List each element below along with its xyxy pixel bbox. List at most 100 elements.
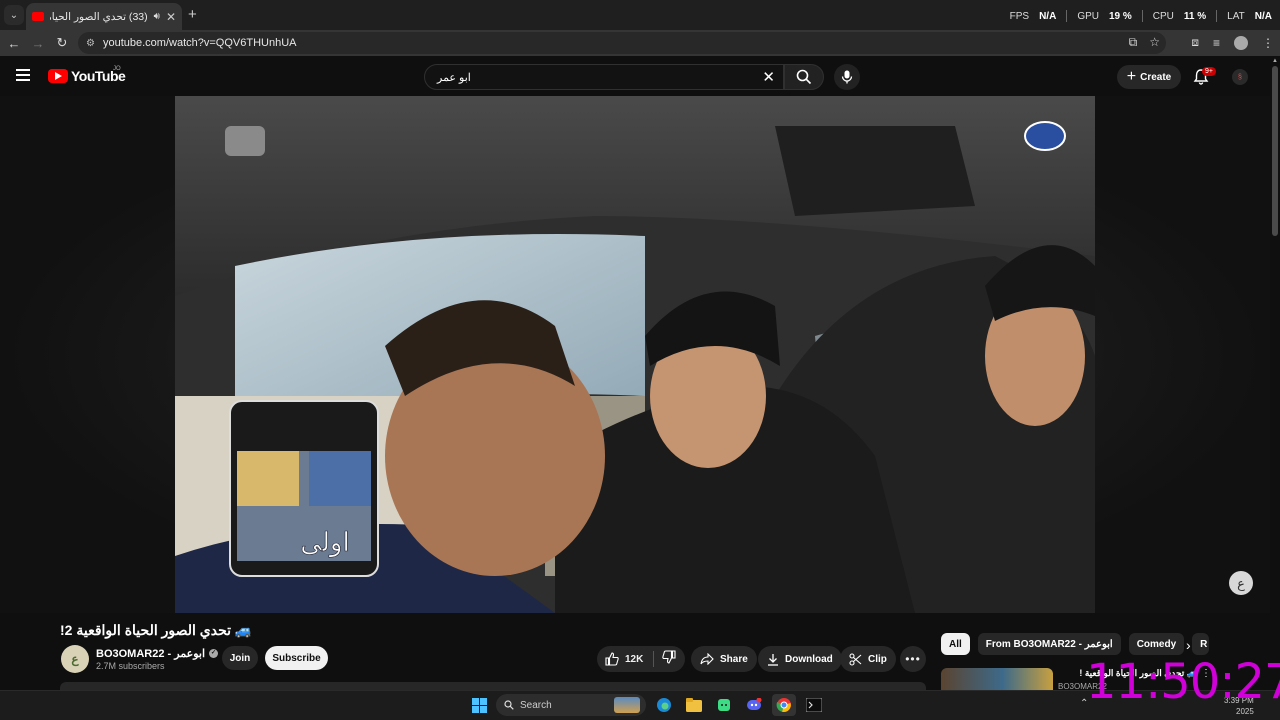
channel-watermark-icon[interactable]: ع (1226, 569, 1256, 597)
lat-value: N/A (1254, 10, 1272, 22)
android-app-icon[interactable] (712, 694, 736, 716)
search-icon (796, 69, 812, 85)
video-title: 🚙 تحدي الصور الحياة الواقعية 2! (60, 622, 253, 638)
fps-value: N/A (1039, 10, 1057, 22)
share-arrow-icon (700, 653, 714, 665)
thumbs-down-icon (662, 649, 676, 664)
thumbs-up-icon (605, 652, 619, 666)
lat-label: LAT (1227, 10, 1245, 22)
video-player[interactable]: اولى (175, 96, 1095, 613)
verified-check-icon: ✓ (209, 649, 219, 658)
extensions-icon[interactable]: ⧈ (1191, 35, 1199, 50)
microphone-icon (841, 70, 853, 84)
fps-label: FPS (1009, 10, 1030, 22)
terminal-icon[interactable] (802, 694, 826, 716)
search-query[interactable]: ابو عمر (437, 71, 471, 84)
taskbar-search-box[interactable]: Search (496, 694, 646, 716)
plus-icon: + (1126, 68, 1137, 85)
back-arrow-icon[interactable]: ← (2, 36, 26, 51)
account-avatar[interactable]: § (1232, 69, 1248, 85)
tab-search-dropdown-icon[interactable]: ⌄ (4, 5, 24, 25)
share-button[interactable]: Share (691, 646, 757, 672)
clock-overlay: 11:50:27 (1086, 654, 1280, 710)
gpu-value: 19 % (1108, 10, 1132, 22)
country-code: JO (113, 66, 121, 72)
scissors-icon (849, 652, 862, 666)
scrollbar-thumb[interactable] (1272, 66, 1278, 236)
chip-truncated[interactable]: R (1192, 633, 1210, 655)
windows-start-icon[interactable] (468, 694, 490, 716)
divider (1066, 10, 1068, 22)
taskbar-search-placeholder: Search (520, 699, 552, 711)
recommendation-chips: All From BO3OMAR22 - ابوعمر Comedy R (941, 633, 1210, 655)
notification-badge: 9+ (1202, 67, 1216, 76)
download-icon (768, 653, 778, 666)
chip-from-channel[interactable]: From BO3OMAR22 - ابوعمر (977, 633, 1121, 655)
divider (1141, 10, 1143, 22)
discord-icon[interactable] (742, 694, 766, 716)
join-button[interactable]: Join (222, 646, 258, 670)
clear-search-icon[interactable]: ✕ (762, 68, 775, 86)
youtube-favicon-icon (32, 12, 44, 21)
bookmark-star-icon[interactable]: ☆ (1149, 35, 1160, 50)
search-highlight-image (614, 697, 640, 713)
divider (1216, 10, 1218, 22)
more-actions-icon[interactable]: ••• (900, 646, 926, 672)
forward-arrow-icon[interactable]: → (26, 36, 50, 51)
subscriber-count: 2.7M subscribers (96, 661, 165, 671)
menu-hamburger-icon[interactable] (16, 69, 30, 81)
chrome-icon[interactable] (772, 694, 796, 716)
tab-close-icon[interactable]: ✕ (166, 10, 176, 24)
browser-tab-bar: ⌄ (33) تحدي الصور الحياة الواقعية 2 - Yo… (0, 0, 1280, 30)
channel-avatar[interactable]: ع (61, 645, 89, 673)
share-label: Share (720, 653, 748, 665)
description-box[interactable] (60, 682, 926, 690)
like-count: 12K (625, 653, 644, 665)
performance-overlay: FPS N/A GPU 19 % CPU 11 % LAT N/A (1010, 10, 1272, 22)
reload-icon[interactable]: ↻ (50, 35, 74, 51)
chip-all[interactable]: All (941, 633, 970, 655)
site-info-icon[interactable]: ⚙︎ (86, 38, 95, 49)
clip-button[interactable]: Clip (840, 646, 896, 672)
speaker-icon[interactable]: 🔊︎ (154, 11, 160, 22)
search-button[interactable] (784, 64, 824, 90)
search-input[interactable]: ابو عمر ✕ (424, 64, 784, 90)
youtube-play-icon (48, 69, 68, 83)
video-frame: اولى (175, 96, 1095, 613)
cpu-label: CPU (1152, 10, 1174, 22)
tab-title: (33) تحدي الصور الحياة الواقعية 2 - YouT… (50, 10, 148, 23)
reading-list-icon[interactable]: ≡ (1213, 36, 1220, 50)
svg-text:اولى: اولى (300, 528, 349, 558)
subscribe-button[interactable]: Subscribe (265, 646, 328, 670)
youtube-header: YouTube JO ابو عمر ✕ + Create 9+ § (0, 56, 1270, 96)
cpu-value: 11 % (1183, 10, 1207, 22)
recommended-video-thumbnail[interactable] (941, 668, 1053, 690)
browser-tab-youtube[interactable]: (33) تحدي الصور الحياة الواقعية 2 - YouT… (26, 3, 182, 30)
like-dislike-group: 12K (597, 646, 685, 672)
chips-next-chevron-icon[interactable]: › (1186, 637, 1191, 653)
edge-browser-icon[interactable] (652, 694, 676, 716)
cast-icon[interactable]: ⧉ (1129, 35, 1138, 50)
profile-avatar-icon[interactable] (1234, 35, 1248, 50)
channel-name-row[interactable]: BO3OMAR22 - ابوعمر ✓ (96, 647, 219, 660)
scroll-up-arrow-icon[interactable]: ▲ (1272, 58, 1278, 64)
clip-label: Clip (868, 653, 887, 665)
dislike-button[interactable] (654, 649, 676, 669)
chip-comedy[interactable]: Comedy (1128, 633, 1185, 655)
channel-name[interactable]: BO3OMAR22 - ابوعمر (96, 647, 205, 660)
url-text[interactable]: youtube.com/watch?v=QQV6THUnhUA (103, 37, 297, 49)
address-bar[interactable]: ⚙︎ youtube.com/watch?v=QQV6THUnhUA ⧉ ☆ (78, 32, 1166, 54)
browser-menu-icon[interactable]: ⋮ (1262, 36, 1274, 50)
file-explorer-icon[interactable] (682, 694, 706, 716)
like-button[interactable]: 12K (597, 652, 653, 666)
create-button[interactable]: + Create (1117, 65, 1181, 89)
create-label: Create (1140, 71, 1172, 83)
svg-text:ع: ع (1237, 577, 1245, 592)
download-label: Download (785, 653, 833, 665)
gpu-label: GPU (1077, 10, 1099, 22)
search-icon (504, 700, 514, 710)
new-tab-icon[interactable]: + (188, 6, 197, 23)
browser-toolbar: ← → ↻ ⚙︎ youtube.com/watch?v=QQV6THUnhUA… (0, 30, 1280, 56)
download-button[interactable]: Download (758, 646, 842, 672)
voice-search-button[interactable] (834, 64, 860, 90)
